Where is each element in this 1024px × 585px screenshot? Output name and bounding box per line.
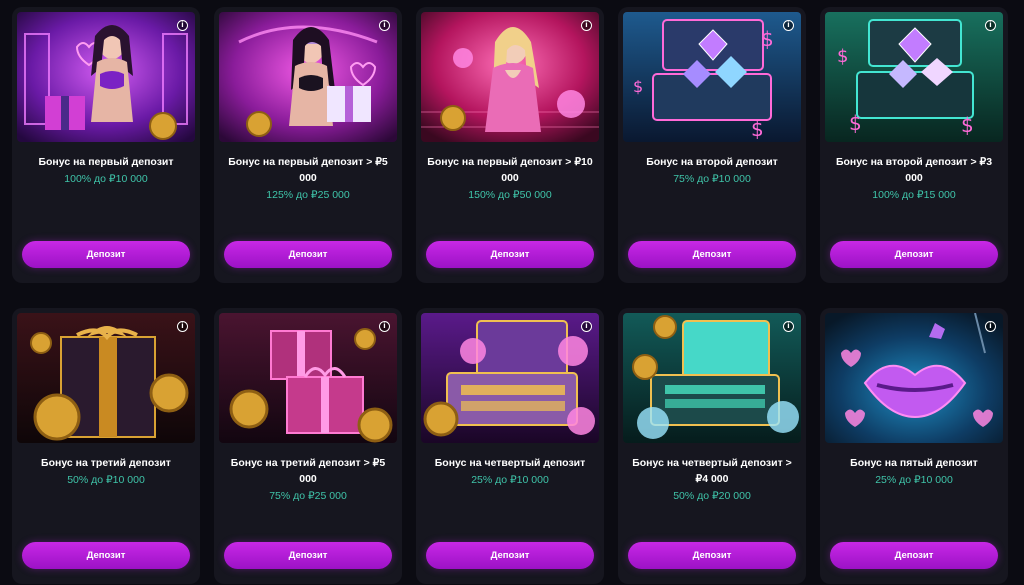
bonus-card-image: i bbox=[623, 313, 801, 443]
svg-text:$: $ bbox=[751, 117, 764, 141]
bonus-title: Бонус на второй депозит 75% до ₽10 000 bbox=[626, 154, 798, 187]
bonus-card: i Бонус на четвертый депозит > ₽4 000 50… bbox=[618, 308, 806, 584]
info-icon[interactable]: i bbox=[177, 20, 188, 31]
deposit-button[interactable]: Депозит bbox=[224, 241, 392, 268]
info-icon[interactable]: i bbox=[379, 321, 390, 332]
info-icon[interactable]: i bbox=[379, 20, 390, 31]
bonus-title: Бонус на первый депозит > ₽5 000 125% до… bbox=[222, 154, 394, 203]
bonus-card: i Бонус на первый депозит > ₽10 000 150%… bbox=[416, 7, 604, 283]
svg-text:$: $ bbox=[837, 46, 848, 67]
bonus-amount: 75% до ₽25 000 bbox=[269, 490, 347, 502]
bonus-card: $ $ $ i Бонус на второй депозит > ₽3 000… bbox=[820, 7, 1008, 283]
deposit-button[interactable]: Депозит bbox=[628, 542, 796, 569]
deposit-button[interactable]: Депозит bbox=[426, 542, 594, 569]
deposit-button[interactable]: Депозит bbox=[426, 241, 594, 268]
bonus-card: i Бонус на третий депозит > ₽5 000 75% д… bbox=[214, 308, 402, 584]
bonus-amount: 100% до ₽10 000 bbox=[64, 173, 148, 185]
bonus-amount: 25% до ₽10 000 bbox=[471, 474, 549, 486]
deposit-button[interactable]: Депозит bbox=[830, 241, 998, 268]
deposit-button[interactable]: Депозит bbox=[830, 542, 998, 569]
bonus-title-text: Бонус на первый депозит bbox=[38, 156, 174, 168]
bonus-card-image: $ $ $ i bbox=[623, 12, 801, 142]
bonus-card: i Бонус на четвертый депозит 25% до ₽10 … bbox=[416, 308, 604, 584]
svg-text:$: $ bbox=[633, 77, 643, 96]
svg-text:$: $ bbox=[849, 111, 862, 135]
bonus-title: Бонус на второй депозит > ₽3 000 100% до… bbox=[828, 154, 1000, 203]
info-icon[interactable]: i bbox=[985, 20, 996, 31]
bonus-amount: 150% до ₽50 000 bbox=[468, 189, 552, 201]
bonus-card-image: i bbox=[825, 313, 1003, 443]
svg-text:$: $ bbox=[961, 113, 974, 137]
bonus-card-image: i bbox=[219, 313, 397, 443]
deposit-button[interactable]: Депозит bbox=[628, 241, 796, 268]
bonus-card-image: i bbox=[421, 313, 599, 443]
info-icon[interactable]: i bbox=[581, 20, 592, 31]
bonus-amount: 25% до ₽10 000 bbox=[875, 474, 953, 486]
bonus-card: i Бонус на третий депозит 50% до ₽10 000… bbox=[12, 308, 200, 584]
bonus-title-text: Бонус на второй депозит > ₽3 000 bbox=[835, 156, 993, 184]
bonus-title-text: Бонус на первый депозит > ₽10 000 bbox=[427, 156, 593, 184]
bonus-card-image: i bbox=[17, 12, 195, 142]
deposit-button[interactable]: Депозит bbox=[22, 241, 190, 268]
info-icon[interactable]: i bbox=[581, 321, 592, 332]
bonus-amount: 50% до ₽20 000 bbox=[673, 490, 751, 502]
bonus-title-text: Бонус на третий депозит > ₽5 000 bbox=[230, 457, 386, 485]
bonus-amount: 75% до ₽10 000 bbox=[673, 173, 751, 185]
bonus-title: Бонус на третий депозит > ₽5 000 75% до … bbox=[222, 455, 394, 504]
bonus-title-text: Бонус на второй депозит bbox=[646, 156, 778, 168]
bonus-card: i Бонус на первый депозит 100% до ₽10 00… bbox=[12, 7, 200, 283]
bonus-card: i Бонус на пятый депозит 25% до ₽10 000 … bbox=[820, 308, 1008, 584]
bonus-cards-grid: i Бонус на первый депозит 100% до ₽10 00… bbox=[12, 7, 1012, 584]
bonus-card: $ $ $ i Бонус на второй депозит 75% до ₽… bbox=[618, 7, 806, 283]
bonus-title: Бонус на первый депозит 100% до ₽10 000 bbox=[20, 154, 192, 187]
bonus-card: i Бонус на первый депозит > ₽5 000 125% … bbox=[214, 7, 402, 283]
bonus-title-text: Бонус на четвертый депозит bbox=[434, 457, 586, 469]
bonus-title: Бонус на третий депозит 50% до ₽10 000 bbox=[20, 455, 192, 488]
info-icon[interactable]: i bbox=[783, 321, 794, 332]
bonus-title: Бонус на первый депозит > ₽10 000 150% д… bbox=[424, 154, 596, 203]
bonus-title-text: Бонус на первый депозит > ₽5 000 bbox=[228, 156, 388, 184]
bonus-card-image: i bbox=[421, 12, 599, 142]
bonus-title: Бонус на пятый депозит 25% до ₽10 000 bbox=[828, 455, 1000, 488]
bonus-title: Бонус на четвертый депозит > ₽4 000 50% … bbox=[626, 455, 798, 504]
bonus-title-text: Бонус на третий депозит bbox=[41, 457, 171, 469]
deposit-button[interactable]: Депозит bbox=[224, 542, 392, 569]
bonus-amount: 125% до ₽25 000 bbox=[266, 189, 350, 201]
deposit-button[interactable]: Депозит bbox=[22, 542, 190, 569]
bonus-title-text: Бонус на пятый депозит bbox=[850, 457, 978, 469]
bonus-card-image: $ $ $ i bbox=[825, 12, 1003, 142]
info-icon[interactable]: i bbox=[177, 321, 188, 332]
bonus-card-image: i bbox=[219, 12, 397, 142]
bonus-title-text: Бонус на четвертый депозит > ₽4 000 bbox=[632, 457, 792, 485]
info-icon[interactable]: i bbox=[783, 20, 794, 31]
bonus-card-image: i bbox=[17, 313, 195, 443]
info-icon[interactable]: i bbox=[985, 321, 996, 332]
bonus-amount: 100% до ₽15 000 bbox=[872, 189, 956, 201]
bonus-title: Бонус на четвертый депозит 25% до ₽10 00… bbox=[424, 455, 596, 488]
bonus-amount: 50% до ₽10 000 bbox=[67, 474, 145, 486]
svg-text:$: $ bbox=[761, 27, 774, 51]
